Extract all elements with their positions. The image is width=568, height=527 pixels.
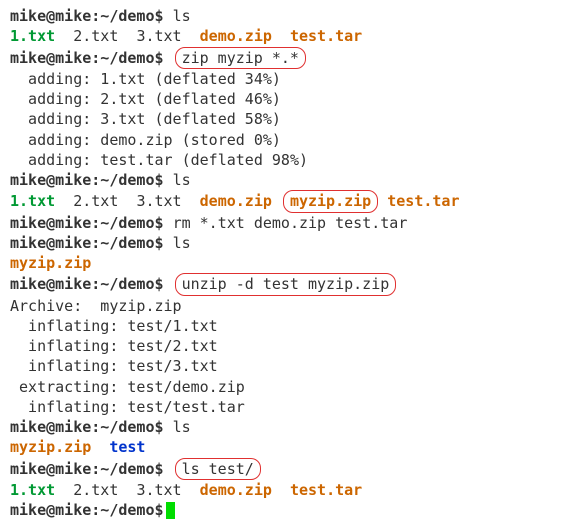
prompt: mike@mike:~/demo$ [10,275,164,293]
prompt: mike@mike:~/demo$ [10,460,164,478]
prompt: mike@mike:~/demo$ [10,171,164,189]
prompt: mike@mike:~/demo$ [10,418,164,436]
file-txt: 3.txt [136,192,181,210]
file-txt: 2.txt [73,192,118,210]
file-zip: demo.zip [200,27,272,45]
unzip-output: Archive: myzip.zip [10,296,558,316]
highlighted-cmd-unzip: unzip -d test myzip.zip [175,273,397,295]
unzip-output: inflating: test/2.txt [10,336,558,356]
zip-output: adding: test.tar (deflated 98%) [10,150,558,170]
cmd-ls: ls [173,418,191,436]
ls-output: myzip.zip test [10,437,558,457]
terminal-line: mike@mike:~/demo$ ls [10,170,558,190]
prompt: mike@mike:~/demo$ [10,234,164,252]
terminal-line: mike@mike:~/demo$ rm *.txt demo.zip test… [10,213,558,233]
dir: test [109,438,145,456]
unzip-output: inflating: test/1.txt [10,316,558,336]
file-tar: test.tar [290,27,362,45]
unzip-output: inflating: test/3.txt [10,356,558,376]
cmd-ls: ls [173,234,191,252]
terminal-line: mike@mike:~/demo$ ls [10,6,558,26]
zip-output: adding: 1.txt (deflated 34%) [10,69,558,89]
unzip-output: inflating: test/test.tar [10,397,558,417]
prompt: mike@mike:~/demo$ [10,7,164,25]
unzip-output: extracting: test/demo.zip [10,377,558,397]
zip-output: adding: 2.txt (deflated 46%) [10,89,558,109]
file-txt: 3.txt [136,27,181,45]
file-zip: myzip.zip [290,192,371,210]
file-zip: demo.zip [200,481,272,499]
ls-output: 1.txt 2.txt 3.txt demo.zip test.tar [10,26,558,46]
file-zip: myzip.zip [10,254,91,272]
prompt: mike@mike:~/demo$ [10,501,164,519]
ls-output: 1.txt 2.txt 3.txt demo.zip myzip.zip tes… [10,190,558,212]
terminal-line: mike@mike:~/demo$ zip myzip *.* [10,47,558,69]
file-txt: 1.txt [10,27,55,45]
cmd-ls: ls [173,7,191,25]
file-txt: 3.txt [136,481,181,499]
file-txt: 1.txt [10,481,55,499]
ls-output: 1.txt 2.txt 3.txt demo.zip test.tar [10,480,558,500]
terminal-line: mike@mike:~/demo$ ls [10,417,558,437]
file-tar: test.tar [387,192,459,210]
terminal-line: mike@mike:~/demo$ unzip -d test myzip.zi… [10,273,558,295]
file-txt: 2.txt [73,27,118,45]
file-zip: demo.zip [200,192,272,210]
prompt: mike@mike:~/demo$ [10,214,164,232]
cursor-icon [166,502,175,519]
prompt: mike@mike:~/demo$ [10,49,164,67]
file-zip: myzip.zip [10,438,91,456]
cmd-ls: ls [173,171,191,189]
terminal-line: mike@mike:~/demo$ ls [10,233,558,253]
zip-output: adding: 3.txt (deflated 58%) [10,109,558,129]
file-txt: 2.txt [73,481,118,499]
ls-output: myzip.zip [10,253,558,273]
file-tar: test.tar [290,481,362,499]
terminal-line: mike@mike:~/demo$ ls test/ [10,458,558,480]
highlighted-cmd-zip: zip myzip *.* [175,47,306,69]
zip-output: adding: demo.zip (stored 0%) [10,130,558,150]
terminal-line[interactable]: mike@mike:~/demo$ [10,500,558,520]
highlighted-myzip: myzip.zip [283,190,378,212]
cmd-rm: rm *.txt demo.zip test.tar [173,214,408,232]
highlighted-cmd-ls-test: ls test/ [175,458,261,480]
file-txt: 1.txt [10,192,55,210]
